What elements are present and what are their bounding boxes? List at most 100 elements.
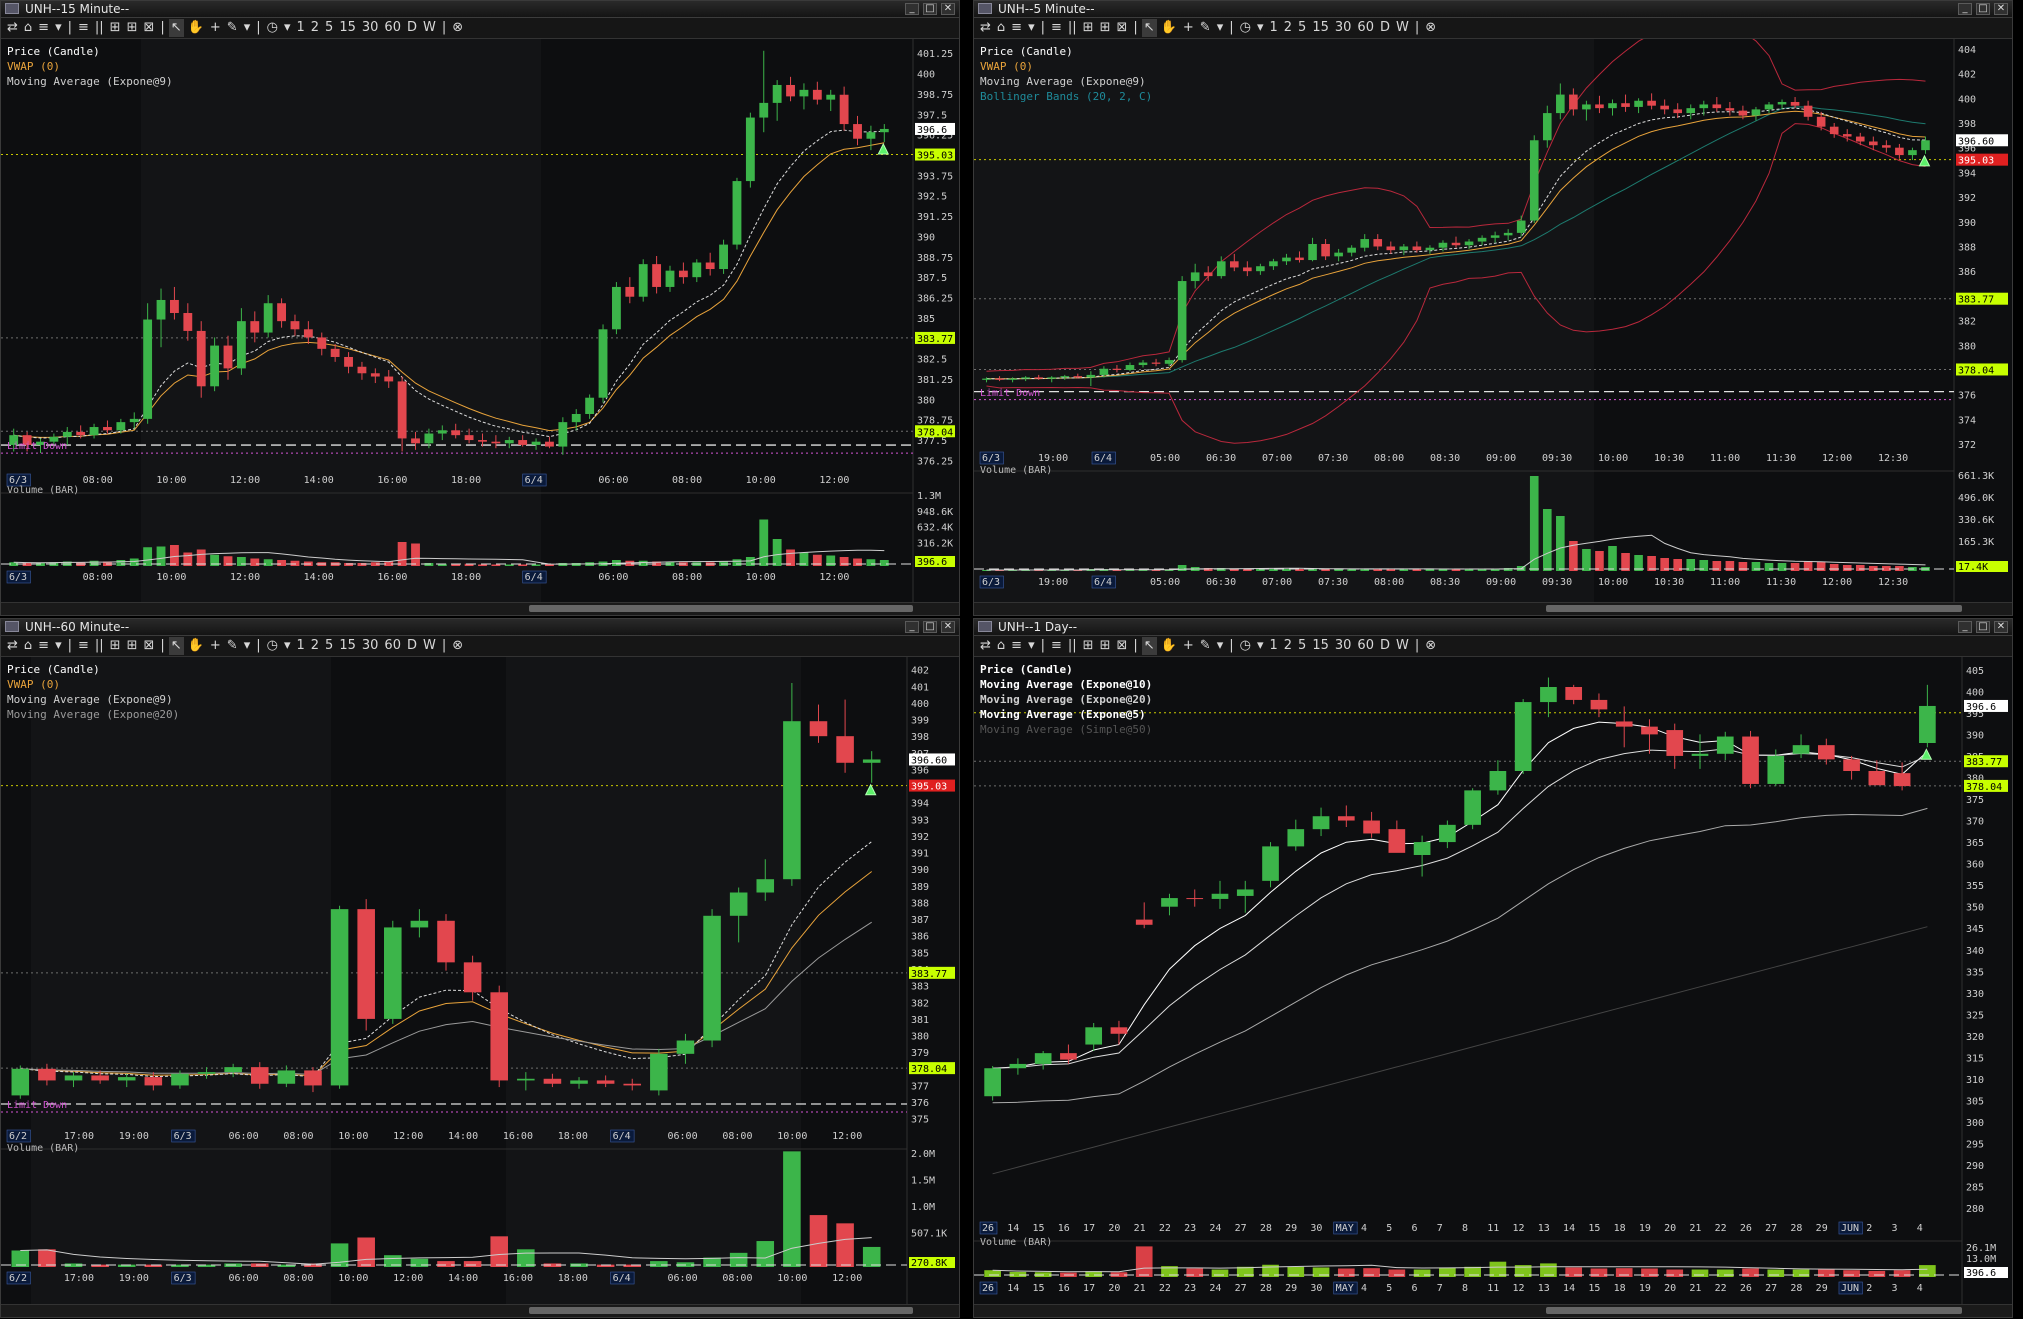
toolbar-item[interactable]: ⊞ — [125, 637, 140, 655]
volume-bar[interactable] — [463, 1261, 482, 1267]
candle[interactable] — [357, 899, 375, 1031]
toolbar-item[interactable]: ◷ — [1238, 637, 1253, 655]
volume-bar[interactable] — [853, 558, 862, 567]
toolbar-item[interactable]: ▾ — [1026, 19, 1037, 37]
toolbar-item[interactable]: ⊞ — [1081, 637, 1096, 655]
toolbar-item[interactable]: ↖ — [168, 637, 184, 655]
volume-bar[interactable] — [1621, 553, 1630, 571]
toolbar-item[interactable]: ⊗ — [1423, 19, 1438, 37]
horizontal-scrollbar[interactable] — [1, 602, 959, 615]
candle[interactable] — [1751, 106, 1761, 121]
legend-entry[interactable]: Moving Average (Expone@20) — [980, 692, 1152, 707]
candle[interactable] — [1742, 730, 1759, 789]
candle[interactable] — [1514, 699, 1532, 775]
legend-entry[interactable]: Moving Average (Expone@9) — [7, 74, 173, 89]
minimize-button[interactable]: _ — [905, 621, 919, 633]
candle[interactable] — [1009, 1058, 1027, 1075]
toolbar-item[interactable]: || — [1066, 637, 1079, 655]
candle[interactable] — [786, 76, 795, 102]
volume-bar[interactable] — [638, 560, 648, 566]
candle[interactable] — [585, 394, 595, 419]
toolbar-item[interactable]: D — [405, 19, 419, 37]
toolbar-item[interactable]: ▾ — [1215, 19, 1226, 37]
toolbar-item[interactable]: ⊞ — [108, 19, 123, 37]
toolbar-item[interactable]: 1 — [1267, 637, 1279, 655]
candle[interactable] — [1211, 880, 1229, 909]
toolbar-item[interactable]: 1 — [1267, 19, 1279, 37]
candle[interactable] — [1882, 140, 1891, 153]
volume-bar[interactable] — [478, 564, 487, 567]
toolbar-item[interactable]: ⊞ — [125, 19, 140, 37]
toolbar-item[interactable]: 5 — [323, 637, 335, 655]
toolbar-item[interactable]: ⌂ — [22, 637, 34, 655]
volume-bar[interactable] — [732, 559, 742, 566]
toolbar-item[interactable]: 15 — [1310, 637, 1331, 655]
toolbar-item[interactable]: D — [1378, 19, 1392, 37]
candle[interactable] — [1660, 99, 1669, 115]
toolbar-item[interactable]: 5 — [1296, 19, 1308, 37]
candle[interactable] — [836, 699, 854, 773]
candle[interactable] — [862, 751, 881, 783]
pane-titlebar[interactable]: UNH--5 Minute-- _ □ ✕ — [974, 1, 2012, 18]
candle[interactable] — [545, 436, 554, 449]
candle[interactable] — [879, 124, 889, 142]
volume-bar[interactable] — [1691, 1269, 1709, 1277]
candle[interactable] — [1565, 684, 1583, 705]
candle[interactable] — [1634, 98, 1643, 114]
candle[interactable] — [196, 321, 206, 398]
toolbar-item[interactable]: ▾ — [282, 637, 293, 655]
candle[interactable] — [1792, 734, 1810, 759]
toolbar-item[interactable]: ✎ — [1198, 637, 1213, 655]
candle[interactable] — [1337, 805, 1355, 827]
toolbar-item[interactable]: 15 — [337, 637, 358, 655]
toolbar-item[interactable]: W — [1394, 637, 1411, 655]
toolbar-item[interactable]: ⇄ — [5, 637, 20, 655]
toolbar-item[interactable]: ▾ — [282, 19, 293, 37]
volume-bar[interactable] — [1666, 1269, 1684, 1277]
volume-bar[interactable] — [1556, 516, 1565, 571]
legend-entry[interactable]: Moving Average (Expone@5) — [980, 707, 1152, 722]
toolbar-item[interactable]: 2 — [1282, 637, 1294, 655]
maximize-button[interactable]: □ — [923, 621, 937, 633]
toolbar-item[interactable]: ⌂ — [995, 19, 1007, 37]
volume-bar[interactable] — [1829, 564, 1839, 571]
price-chart-svg[interactable]: 4044024003983963943923903883863843823803… — [974, 39, 2012, 603]
candle[interactable] — [826, 89, 836, 112]
toolbar-item[interactable]: D — [1378, 637, 1392, 655]
toolbar-item[interactable]: ↖ — [1141, 637, 1157, 655]
volume-bar[interactable] — [1817, 1269, 1835, 1277]
candle[interactable] — [719, 239, 728, 274]
candle[interactable] — [490, 985, 508, 1088]
chart-area[interactable]: 4024014003993983973963953943933923913903… — [1, 657, 959, 1317]
candle[interactable] — [11, 1065, 30, 1099]
toolbar-item[interactable]: ≡ — [36, 19, 51, 37]
volume-bar[interactable] — [545, 564, 554, 567]
candle[interactable] — [89, 423, 99, 439]
candle[interactable] — [1186, 889, 1204, 907]
candle[interactable] — [745, 112, 755, 188]
toolbar-item[interactable]: ⌂ — [995, 637, 1007, 655]
volume-bar[interactable] — [1542, 509, 1552, 571]
toolbar-item[interactable]: ▾ — [1026, 637, 1037, 655]
volume-bar[interactable] — [1582, 549, 1591, 571]
candle[interactable] — [1803, 100, 1813, 121]
candle[interactable] — [1764, 101, 1774, 114]
candle[interactable] — [705, 252, 715, 276]
toolbar-item[interactable]: 30 — [360, 637, 381, 655]
volume-bar[interactable] — [756, 1241, 775, 1267]
toolbar-item[interactable]: ⊠ — [1114, 637, 1129, 655]
candle[interactable] — [1673, 103, 1683, 119]
candle[interactable] — [1919, 684, 1936, 748]
volume-bar[interactable] — [263, 559, 273, 566]
scrollbar-thumb[interactable] — [1546, 605, 1962, 612]
legend-entry[interactable]: Price (Candle) — [7, 44, 173, 59]
toolbar-item[interactable]: ⊞ — [108, 637, 123, 655]
volume-bar[interactable] — [1777, 563, 1787, 571]
alert-triangle-icon[interactable] — [877, 142, 890, 155]
volume-bar[interactable] — [38, 1249, 56, 1267]
toolbar-item[interactable]: 15 — [337, 19, 358, 37]
volume-bar[interactable] — [411, 543, 420, 567]
price-chart-svg[interactable]: 4024014003993983973963953943933923913903… — [1, 657, 959, 1305]
horizontal-scrollbar[interactable] — [974, 602, 2012, 615]
chart-area[interactable]: 4044024003983963943923903883863843823803… — [974, 39, 2012, 615]
